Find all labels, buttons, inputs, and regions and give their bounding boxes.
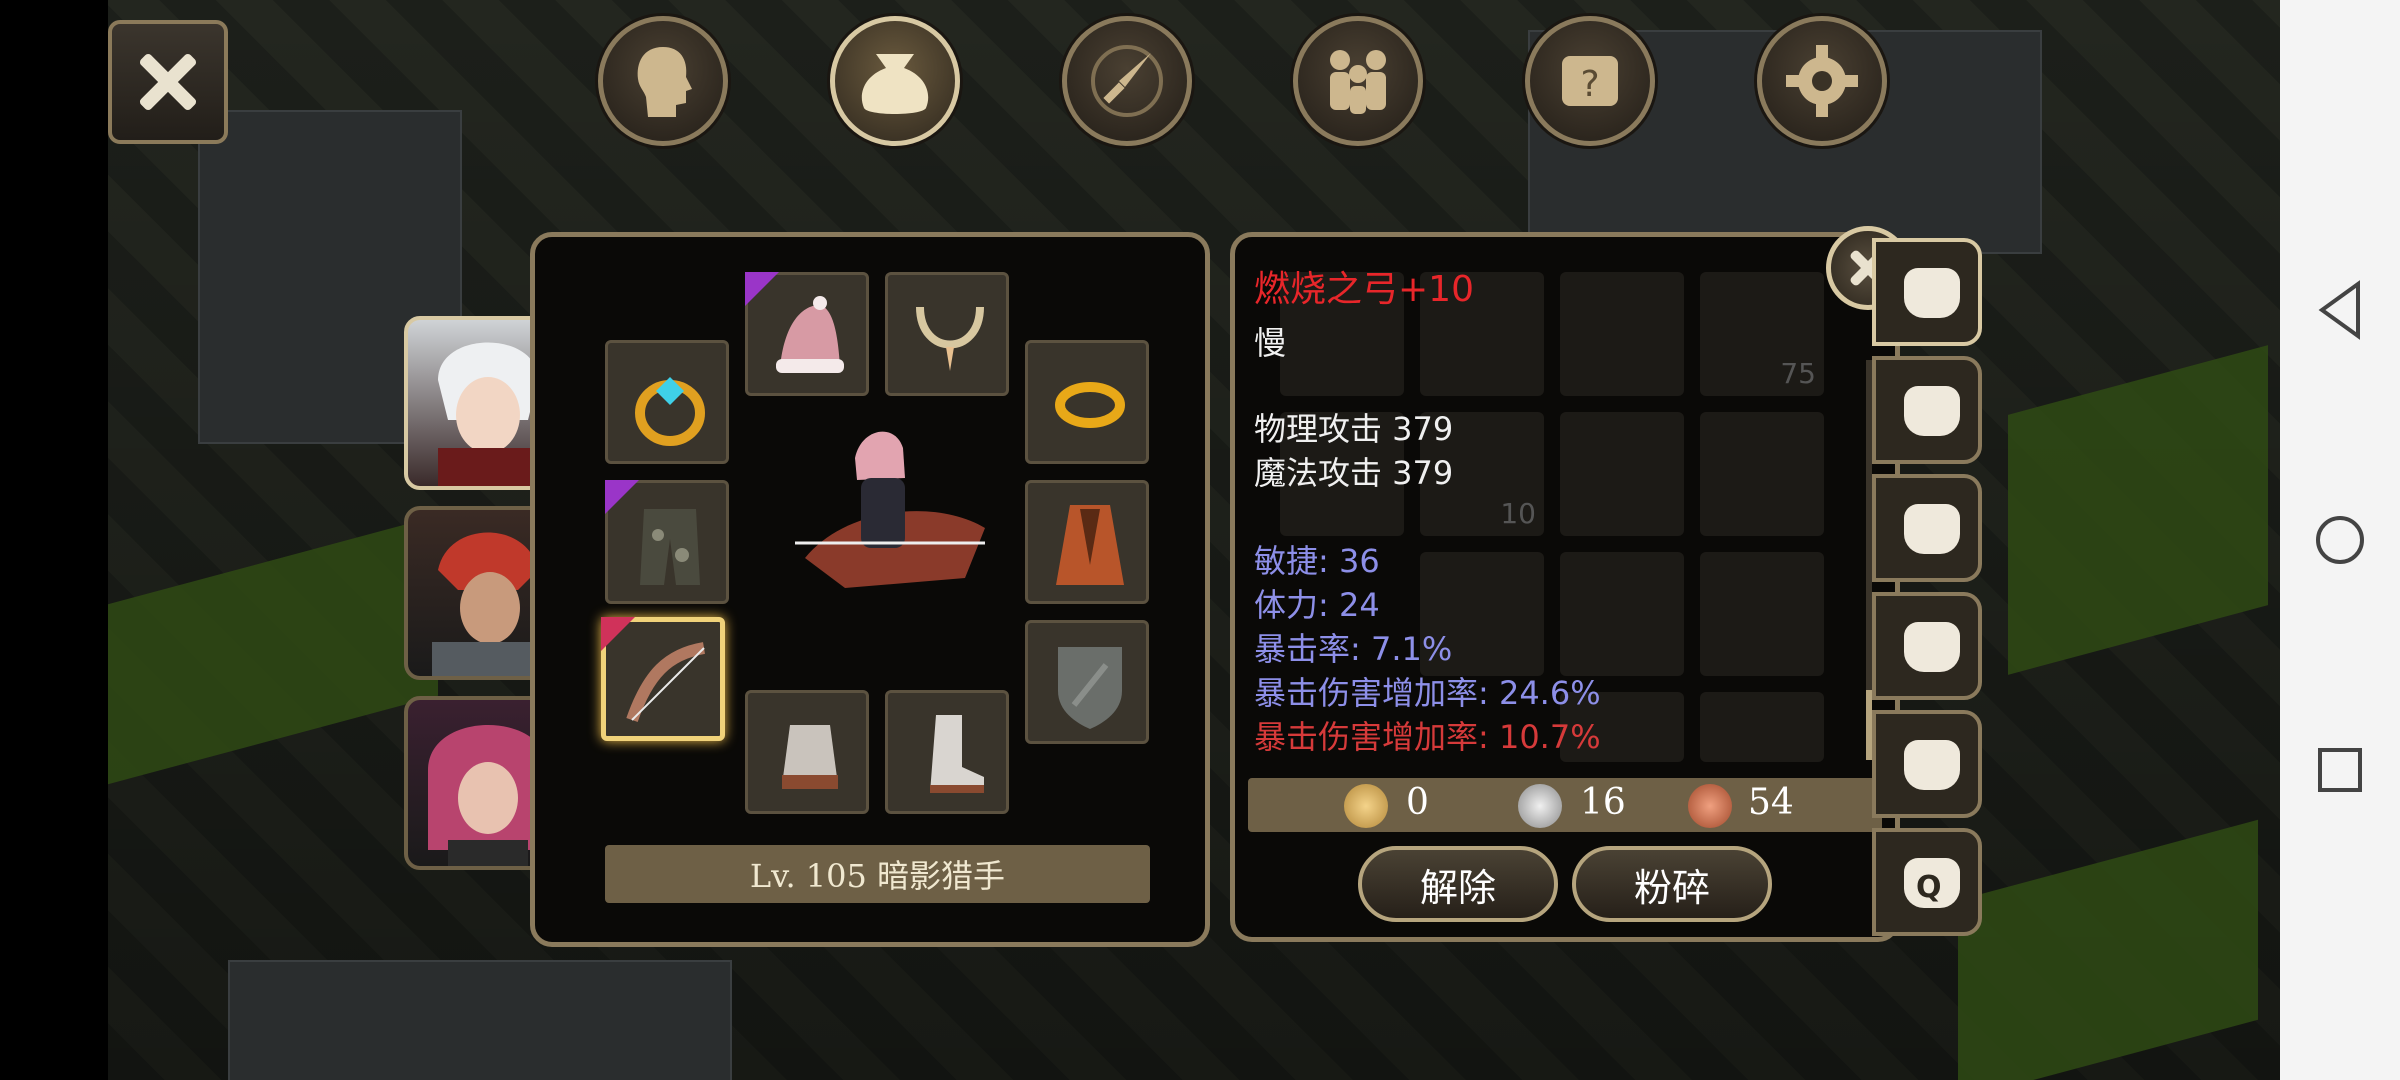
stone-wall <box>228 960 732 1080</box>
skill-tab-button[interactable] <box>1062 16 1192 146</box>
slot-gloves[interactable] <box>745 690 869 814</box>
grass-tile <box>1958 819 2258 1080</box>
copper-coin-icon <box>1688 784 1732 828</box>
ring-icon <box>635 377 705 446</box>
necklace-icon <box>916 306 984 371</box>
stat-agility: 敏捷: 36 <box>1254 542 1380 580</box>
slot-accessory-right[interactable] <box>1025 340 1149 464</box>
stat-magic-attack: 魔法攻击 379 <box>1254 454 1454 492</box>
copper-amount: 54 <box>1748 782 1794 823</box>
smash-button[interactable]: 粉碎 <box>1572 846 1772 922</box>
bag-tab-5[interactable] <box>1872 710 1982 818</box>
slot-legs[interactable] <box>605 480 729 604</box>
item-name: 燃烧之弓+10 <box>1254 269 1474 310</box>
home-button[interactable] <box>2280 480 2400 600</box>
bag-icon <box>1904 740 1960 790</box>
slot-head[interactable] <box>745 272 869 396</box>
shield-icon <box>1058 647 1122 729</box>
gear-icon <box>1786 45 1858 117</box>
character-preview <box>795 431 985 588</box>
boots-icon <box>930 715 984 793</box>
svg-text:?: ? <box>1580 64 1599 105</box>
silver-amount: 16 <box>1580 782 1626 823</box>
home-icon <box>2316 516 2364 564</box>
quest-bag-label: Q <box>1916 870 1942 905</box>
camo-pants-icon <box>640 509 700 585</box>
stat-crit-damage: 暴击伤害增加率: 24.6% <box>1254 674 1601 712</box>
bag-icon <box>1904 268 1960 318</box>
recents-icon <box>2318 748 2362 792</box>
bag-icon <box>1904 504 1960 554</box>
back-button[interactable] <box>2280 250 2400 370</box>
gold-amount: 0 <box>1406 782 1429 823</box>
stat-special-crit-damage: 暴击伤害增加率: 10.7% <box>1254 718 1601 756</box>
stat-stamina: 体力: 24 <box>1254 586 1380 624</box>
slot-weapon[interactable] <box>601 617 725 741</box>
bag-tab-quest[interactable]: Q <box>1872 828 1982 936</box>
slot-necklace[interactable] <box>885 272 1009 396</box>
inventory-tab-button[interactable] <box>830 16 960 146</box>
head-icon <box>637 47 692 117</box>
bag-tab-4[interactable] <box>1872 592 1982 700</box>
unequip-button[interactable]: 解除 <box>1358 846 1558 922</box>
robe-icon <box>1056 505 1124 585</box>
bag-icon <box>1904 386 1960 436</box>
quest-tab-button[interactable]: ? <box>1525 16 1655 146</box>
party-tab-button[interactable] <box>1293 16 1423 146</box>
slot-accessory-left[interactable] <box>605 340 729 464</box>
character-tab-button[interactable] <box>598 16 728 146</box>
recents-button[interactable] <box>2280 710 2400 830</box>
slot-shield[interactable] <box>1025 620 1149 744</box>
close-menu-button[interactable] <box>108 20 228 144</box>
silver-coin-icon <box>1518 784 1562 828</box>
slot-armor[interactable] <box>1025 480 1149 604</box>
bag-icon <box>861 54 929 114</box>
bag-tab-3[interactable] <box>1872 474 1982 582</box>
grass-tile <box>108 515 438 785</box>
bag-icon <box>1904 622 1960 672</box>
slot-boots[interactable] <box>885 690 1009 814</box>
bag-tab-1[interactable] <box>1872 238 1982 346</box>
santa-hat-icon <box>776 296 844 373</box>
character-level-name: Lv. 105 暗影猎手 <box>605 845 1150 903</box>
gauntlet-icon <box>782 725 838 789</box>
item-speed: 慢 <box>1254 324 1287 362</box>
gold-coin-icon <box>1344 784 1388 828</box>
bag-tab-2[interactable] <box>1872 356 1982 464</box>
bow-icon <box>626 642 706 722</box>
stat-crit-rate: 暴击率: 7.1% <box>1254 630 1453 668</box>
party-icon <box>1330 50 1386 114</box>
grass-tile <box>2008 345 2268 675</box>
back-icon <box>2318 280 2360 340</box>
sword-compass-icon <box>1091 45 1163 117</box>
stack-count: 10 <box>1500 497 1536 530</box>
settings-tab-button[interactable] <box>1757 16 1887 146</box>
gold-ring-icon <box>1055 382 1125 428</box>
stack-count: 75 <box>1780 357 1816 390</box>
stat-physical-attack: 物理攻击 379 <box>1254 410 1454 448</box>
system-navigation-bar <box>2280 0 2400 1080</box>
scroll-icon: ? <box>1562 56 1618 106</box>
currency-bar: 0 16 54 <box>1248 778 1882 832</box>
